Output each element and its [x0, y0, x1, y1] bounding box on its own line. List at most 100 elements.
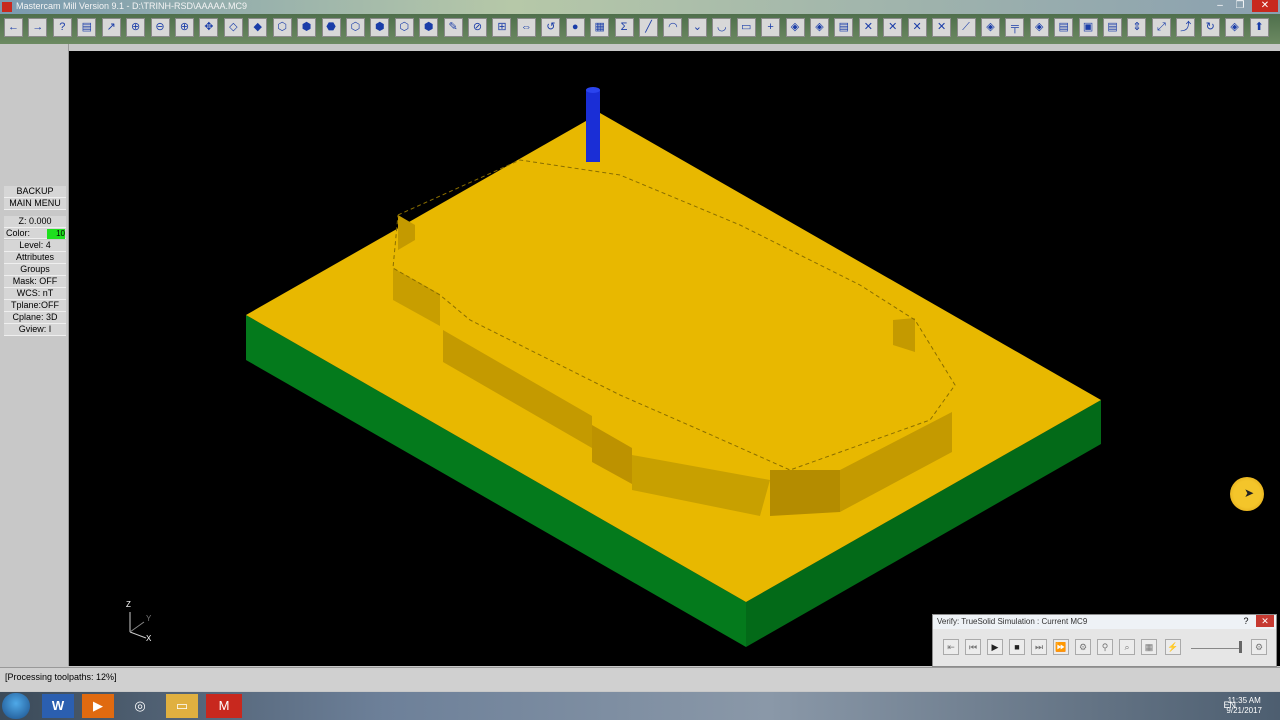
- drill-icon[interactable]: ╤: [1005, 18, 1025, 37]
- backup-button[interactable]: BACKUP: [4, 186, 66, 198]
- rewind-icon[interactable]: ⏮: [965, 639, 981, 655]
- speed-slider-track[interactable]: [1191, 648, 1239, 649]
- sigma-icon[interactable]: Σ: [614, 18, 634, 37]
- analyze-icon[interactable]: ▤: [1103, 18, 1123, 37]
- tplane-button[interactable]: Tplane:OFF: [4, 300, 66, 312]
- forward-arrow-icon[interactable]: →: [28, 18, 48, 37]
- exit-icon[interactable]: ⬆: [1249, 18, 1269, 37]
- undo-icon[interactable]: ↺: [541, 18, 561, 37]
- cplane-icon[interactable]: ⬢: [370, 18, 390, 37]
- word-icon[interactable]: W: [42, 694, 74, 718]
- verify-dialog-title: Verify: TrueSolid Simulation : Current M…: [933, 615, 1276, 629]
- face-icon[interactable]: ▣: [1078, 18, 1098, 37]
- window-icon[interactable]: ▤: [77, 18, 97, 37]
- verify-close-button[interactable]: ✕: [1256, 615, 1274, 627]
- restore-button[interactable]: ❐: [1230, 0, 1250, 12]
- point-icon[interactable]: +: [761, 18, 781, 37]
- main-menu-button[interactable]: MAIN MENU: [4, 198, 66, 210]
- z-depth-button[interactable]: Z: 0.000: [4, 216, 66, 228]
- repaint-icon[interactable]: ◆: [248, 18, 268, 37]
- help-icon[interactable]: ?: [52, 18, 72, 37]
- pan-icon[interactable]: ✥: [199, 18, 219, 37]
- dimension-icon[interactable]: ⇕: [1127, 18, 1147, 37]
- verify-icon[interactable]: ⤴: [1176, 18, 1196, 37]
- machine-icon[interactable]: ▦: [1141, 639, 1157, 655]
- groups-button[interactable]: Groups: [4, 264, 66, 276]
- gview-side-icon[interactable]: ⬣: [321, 18, 341, 37]
- pocket-icon[interactable]: ▤: [1054, 18, 1074, 37]
- title-bar: Mastercam Mill Version 9.1 - D:\TRINH-RS…: [0, 0, 1280, 14]
- cplane-button[interactable]: Cplane: 3D: [4, 312, 66, 324]
- backplot-icon[interactable]: ↻: [1200, 18, 1220, 37]
- left-menu-panel: BACKUP MAIN MENU Z: 0.000 Color: 10 Leve…: [0, 44, 69, 666]
- speed-slider-thumb[interactable]: [1239, 641, 1242, 653]
- gview-top-icon[interactable]: ⬡: [272, 18, 292, 37]
- graphics-viewport[interactable]: Z Y X: [69, 51, 1280, 666]
- trim-icon[interactable]: ✕: [858, 18, 878, 37]
- surface-icon[interactable]: ◈: [785, 18, 805, 37]
- sphere-icon[interactable]: ●: [565, 18, 585, 37]
- gview-button[interactable]: Gview: I: [4, 324, 66, 336]
- layer-icon[interactable]: ▤: [834, 18, 854, 37]
- tplane-icon[interactable]: ⬡: [394, 18, 414, 37]
- close-button[interactable]: ✕: [1252, 0, 1278, 12]
- axis-triad: Z Y X: [124, 598, 154, 644]
- pen-icon[interactable]: ✎: [443, 18, 463, 37]
- clock[interactable]: 11:35 AM 9/21/2017: [1226, 696, 1262, 716]
- play-icon[interactable]: ▶: [987, 639, 1003, 655]
- extend-icon[interactable]: ✕: [907, 18, 927, 37]
- config-icon[interactable]: ⚙: [1251, 639, 1267, 655]
- transform-icon[interactable]: ⊞: [492, 18, 512, 37]
- start-button[interactable]: [2, 693, 30, 719]
- cutting-tool: [586, 90, 600, 162]
- mask-button[interactable]: Mask: OFF: [4, 276, 66, 288]
- options-icon[interactable]: ⚙: [1075, 639, 1091, 655]
- arc2-icon[interactable]: ◡: [712, 18, 732, 37]
- zoom-out-icon[interactable]: ⊖: [150, 18, 170, 37]
- zoom-window-icon[interactable]: ⊕: [126, 18, 146, 37]
- gview-iso-icon[interactable]: ⬡: [345, 18, 365, 37]
- chrome-icon[interactable]: ◎: [124, 694, 156, 718]
- contour-icon[interactable]: ◈: [1029, 18, 1049, 37]
- minimize-button[interactable]: –: [1210, 0, 1230, 12]
- cursor-highlight: ➤: [1230, 477, 1264, 511]
- chevron-icon[interactable]: ⌄: [687, 18, 707, 37]
- pointer-icon: ➤: [1244, 486, 1255, 500]
- break-icon[interactable]: ✕: [883, 18, 903, 37]
- stop-icon[interactable]: ■: [1009, 639, 1025, 655]
- modify-icon[interactable]: ✕: [932, 18, 952, 37]
- reset-icon[interactable]: ⇤: [943, 639, 959, 655]
- fast-forward-icon[interactable]: ⏩: [1053, 639, 1069, 655]
- view-icon[interactable]: ⬢: [419, 18, 439, 37]
- zoom-in-icon[interactable]: ⊕: [174, 18, 194, 37]
- speed-icon[interactable]: ⚡: [1165, 639, 1181, 655]
- fit-icon[interactable]: ◇: [223, 18, 243, 37]
- help-button[interactable]: ?: [1238, 615, 1254, 627]
- media-player-icon[interactable]: ▶: [82, 694, 114, 718]
- attributes-button[interactable]: Attributes: [4, 252, 66, 264]
- cutting-tool-top: [586, 87, 600, 93]
- solids-icon[interactable]: ◈: [809, 18, 829, 37]
- back-arrow-icon[interactable]: ←: [4, 18, 23, 37]
- wcs-button[interactable]: WCS: nT: [4, 288, 66, 300]
- level-button[interactable]: Level: 4: [4, 240, 66, 252]
- file-explorer-icon[interactable]: ▭: [166, 694, 198, 718]
- tool-icon[interactable]: ⚲: [1097, 639, 1113, 655]
- no-entry-icon[interactable]: ⊘: [468, 18, 488, 37]
- select-icon[interactable]: ↗: [101, 18, 121, 37]
- post-icon[interactable]: ◈: [1225, 18, 1245, 37]
- step-icon[interactable]: ⏭: [1031, 639, 1047, 655]
- zoom-icon[interactable]: ⌕: [1119, 639, 1135, 655]
- rectangle-icon[interactable]: ▭: [736, 18, 756, 37]
- mirror-icon[interactable]: ⇔: [516, 18, 536, 37]
- color-swatch[interactable]: 10: [47, 229, 65, 239]
- mastercam-icon[interactable]: M: [206, 694, 242, 718]
- toolpath-icon[interactable]: ◈: [980, 18, 1000, 37]
- measure-icon[interactable]: ⤢: [1151, 18, 1171, 37]
- arc-icon[interactable]: ◠: [663, 18, 683, 37]
- verify-dialog: Verify: TrueSolid Simulation : Current M…: [932, 614, 1277, 667]
- grid-icon[interactable]: ▦: [590, 18, 610, 37]
- xform-icon[interactable]: ⟋: [956, 18, 976, 37]
- gview-front-icon[interactable]: ⬢: [297, 18, 317, 37]
- line-icon[interactable]: ╱: [639, 18, 658, 37]
